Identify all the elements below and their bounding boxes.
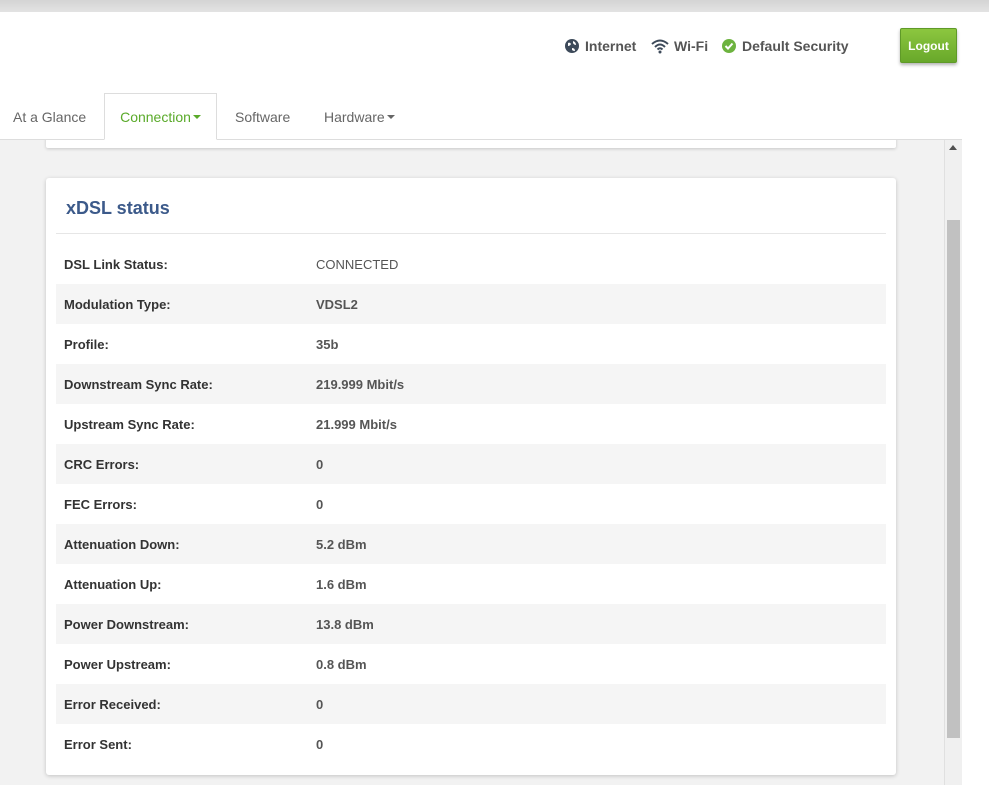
tab-at-a-glance[interactable]: At a Glance <box>13 93 86 140</box>
xdsl-status-card: xDSL status DSL Link Status: CONNECTED Mo… <box>46 178 896 775</box>
row-label: FEC Errors: <box>64 496 137 512</box>
previous-card <box>46 140 896 148</box>
internet-status[interactable]: Internet <box>564 37 636 55</box>
table-row: CRC Errors: 0 <box>56 444 886 484</box>
wifi-status[interactable]: Wi-Fi <box>651 37 708 55</box>
tab-label: Hardware <box>324 108 385 125</box>
security-label: Default Security <box>742 38 849 54</box>
row-value: CONNECTED <box>316 256 399 272</box>
row-value: 0 <box>316 456 324 472</box>
content-area: xDSL status DSL Link Status: CONNECTED Mo… <box>0 140 944 785</box>
caret-down-icon <box>192 114 201 119</box>
row-value: 0 <box>316 736 324 752</box>
row-label: Modulation Type: <box>64 296 171 312</box>
tab-hardware[interactable]: Hardware <box>324 93 395 140</box>
table-row: Profile: 35b <box>56 324 886 364</box>
globe-icon <box>565 39 579 53</box>
row-value: 0 <box>316 496 324 512</box>
row-label: Downstream Sync Rate: <box>64 376 213 392</box>
scroll-thumb[interactable] <box>947 220 960 738</box>
logout-button[interactable]: Logout <box>900 28 957 63</box>
internet-label: Internet <box>585 38 637 54</box>
wifi-label: Wi-Fi <box>674 38 709 54</box>
table-row: Upstream Sync Rate: 21.999 Mbit/s <box>56 404 886 444</box>
row-label: DSL Link Status: <box>64 256 168 272</box>
wifi-icon <box>651 39 669 54</box>
main-tabs: At a Glance Connection Software Hardware <box>0 93 962 140</box>
header-bar: Internet Wi-Fi Default Security Logout <box>0 12 989 79</box>
check-circle-icon <box>722 39 736 53</box>
row-label: Error Received: <box>64 696 161 712</box>
table-row: Error Sent: 0 <box>56 724 886 764</box>
row-label: CRC Errors: <box>64 456 140 472</box>
table-row: Modulation Type: VDSL2 <box>56 284 886 324</box>
browser-top-strip <box>0 0 989 12</box>
xdsl-status-table: DSL Link Status: CONNECTED Modulation Typ… <box>56 244 886 764</box>
table-row: Power Upstream: 0.8 dBm <box>56 644 886 684</box>
row-value: 35b <box>316 336 339 352</box>
right-gutter <box>962 140 989 785</box>
row-value: 1.6 dBm <box>316 576 367 592</box>
tab-label: At a Glance <box>13 108 87 125</box>
caret-down-icon <box>386 114 395 119</box>
tab-label: Connection <box>120 108 191 125</box>
row-label: Attenuation Down: <box>64 536 180 552</box>
tab-software[interactable]: Software <box>235 93 290 140</box>
vertical-scrollbar[interactable] <box>944 140 962 785</box>
row-value: 0 <box>316 696 324 712</box>
scroll-up-arrow-icon[interactable] <box>949 145 957 150</box>
table-row: DSL Link Status: CONNECTED <box>56 244 886 284</box>
table-row: Error Received: 0 <box>56 684 886 724</box>
security-status[interactable]: Default Security <box>721 37 849 55</box>
row-value: 21.999 Mbit/s <box>316 416 397 432</box>
row-label: Profile: <box>64 336 109 352</box>
row-value: 219.999 Mbit/s <box>316 376 405 392</box>
row-label: Power Downstream: <box>64 616 189 632</box>
row-label: Attenuation Up: <box>64 576 162 592</box>
row-label: Upstream Sync Rate: <box>64 416 195 432</box>
table-row: Attenuation Down: 5.2 dBm <box>56 524 886 564</box>
row-value: VDSL2 <box>316 296 358 312</box>
table-row: FEC Errors: 0 <box>56 484 886 524</box>
row-value: 5.2 dBm <box>316 536 367 552</box>
tab-label: Software <box>235 108 291 125</box>
row-value: 0.8 dBm <box>316 656 367 672</box>
table-row: Attenuation Up: 1.6 dBm <box>56 564 886 604</box>
table-row: Downstream Sync Rate: 219.999 Mbit/s <box>56 364 886 404</box>
table-row: Power Downstream: 13.8 dBm <box>56 604 886 644</box>
card-title: xDSL status <box>66 198 170 218</box>
row-label: Power Upstream: <box>64 656 171 672</box>
divider <box>56 233 886 234</box>
row-label: Error Sent: <box>64 736 132 752</box>
row-value: 13.8 dBm <box>316 616 374 632</box>
tab-connection[interactable]: Connection <box>104 93 217 140</box>
